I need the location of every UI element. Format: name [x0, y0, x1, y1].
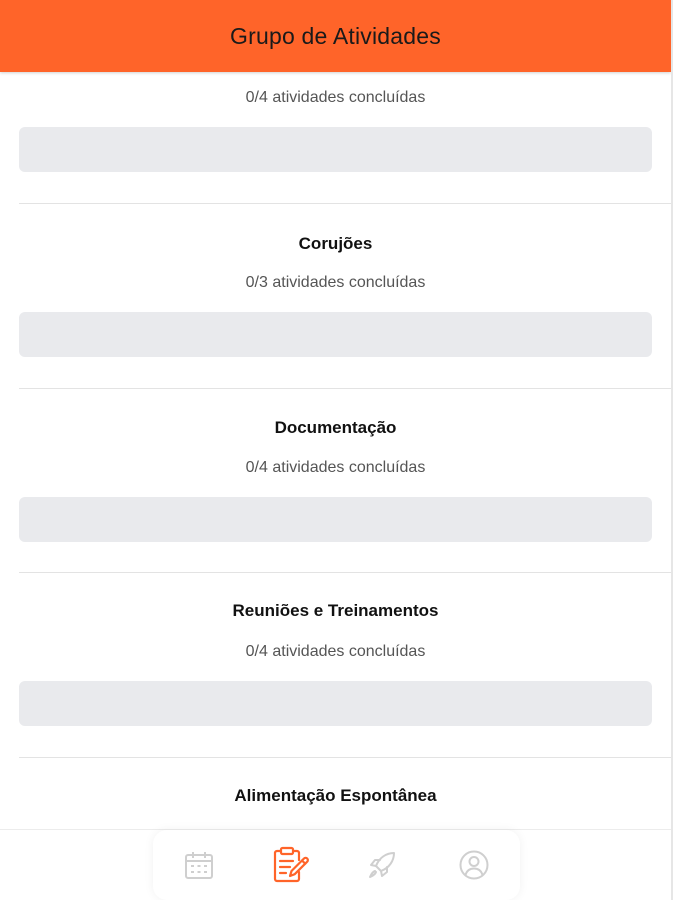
group-title: Corujões	[298, 234, 373, 253]
nav-launch[interactable]	[357, 840, 407, 890]
calendar-icon	[184, 852, 213, 879]
group-progress-text: 0/4 atividades concluídas	[245, 643, 426, 660]
group-progress-text: 0/4 atividades concluídas	[245, 89, 426, 106]
user-profile-icon	[459, 850, 489, 880]
activity-group-card[interactable]: 0/4 atividades concluídas	[0, 72, 671, 203]
bottom-navigation	[0, 829, 671, 900]
group-progress-bar	[19, 681, 652, 726]
group-progress-bar	[19, 312, 652, 357]
page-title: Grupo de Atividades	[230, 22, 441, 49]
activity-group-list[interactable]: 0/4 atividades concluídas Corujões 0/3 a…	[0, 72, 671, 830]
group-progress-bar	[19, 127, 652, 172]
group-title: Reuniões e Treinamentos	[232, 601, 439, 620]
nav-profile[interactable]	[449, 840, 499, 890]
group-progress-bar	[19, 497, 652, 542]
activity-group-card[interactable]: Documentação 0/4 atividades concluídas	[0, 389, 671, 573]
rocket-icon	[369, 852, 396, 878]
activity-group-card[interactable]: Reuniões e Treinamentos 0/4 atividades c…	[0, 573, 671, 757]
group-title: Documentação	[274, 418, 397, 437]
clipboard-edit-icon	[273, 846, 309, 883]
activity-group-card[interactable]: Corujões 0/3 atividades concluídas	[0, 204, 671, 388]
nav-calendar[interactable]	[174, 840, 224, 890]
group-progress-text: 0/3 atividades concluídas	[245, 274, 426, 291]
bottom-navigation-bar	[153, 830, 520, 900]
group-title: Alimentação Espontânea	[234, 786, 437, 805]
nav-activities[interactable]	[266, 840, 316, 890]
app-screen: Grupo de Atividades 0/4 atividades concl…	[0, 0, 673, 900]
activity-group-card[interactable]: Alimentação Espontânea	[0, 758, 671, 830]
group-progress-text: 0/4 atividades concluídas	[245, 459, 426, 476]
app-header: Grupo de Atividades	[0, 0, 671, 72]
